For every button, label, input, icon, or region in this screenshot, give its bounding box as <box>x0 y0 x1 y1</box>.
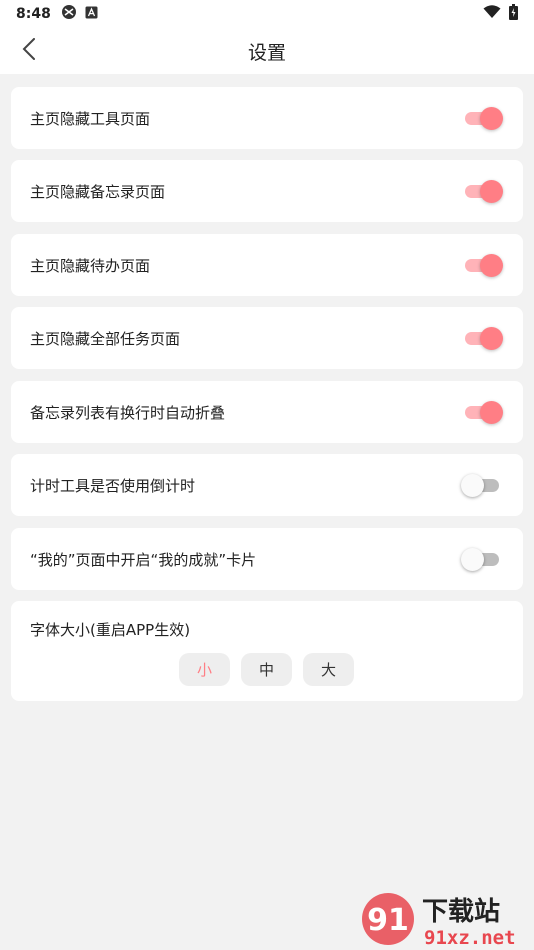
toggle-thumb <box>461 548 484 571</box>
setting-row-hide-all-tasks-page: 主页隐藏全部任务页面 <box>11 307 523 369</box>
watermark: 91 下载站 91xz.net <box>360 890 530 949</box>
font-size-card: 字体大小(重启APP生效) 小 中 大 <box>11 601 523 701</box>
toggle-thumb <box>480 107 503 130</box>
status-time: 8:48 <box>16 6 51 22</box>
wifi-icon <box>483 5 501 23</box>
toggle-switch[interactable] <box>461 105 503 131</box>
toggle-thumb <box>480 401 503 424</box>
back-button[interactable] <box>12 34 46 68</box>
sync-icon <box>61 4 77 24</box>
toggle-switch[interactable] <box>461 399 503 425</box>
setting-label: 主页隐藏备忘录页面 <box>30 182 166 201</box>
setting-label: 主页隐藏全部任务页面 <box>30 329 181 348</box>
watermark-logo-text: 91 <box>367 903 409 938</box>
setting-label: 主页隐藏待办页面 <box>30 256 151 275</box>
setting-label: “我的”页面中开启“我的成就”卡片 <box>30 550 257 569</box>
toggle-thumb <box>480 254 503 277</box>
setting-label: 主页隐藏工具页面 <box>30 109 151 128</box>
settings-screen: 8:48 设置 主页隐藏工具页面 主页隐藏备忘录页面 主页隐藏待办页面 主页隐藏… <box>0 0 534 950</box>
setting-row-achievement-card: “我的”页面中开启“我的成就”卡片 <box>11 528 523 590</box>
toggle-switch[interactable] <box>461 546 503 572</box>
toggle-switch[interactable] <box>461 472 503 498</box>
setting-label: 备忘录列表有换行时自动折叠 <box>30 403 226 422</box>
toggle-thumb <box>461 474 484 497</box>
font-size-small-button[interactable]: 小 <box>179 653 230 686</box>
page-title: 设置 <box>247 41 286 64</box>
font-size-medium-button[interactable]: 中 <box>241 653 292 686</box>
font-size-large-button[interactable]: 大 <box>303 653 354 686</box>
battery-icon <box>509 4 518 24</box>
watermark-logo-icon: 91 下载站 91xz.net <box>362 893 516 949</box>
setting-row-hide-todo-page: 主页隐藏待办页面 <box>11 234 523 296</box>
toggle-switch[interactable] <box>461 252 503 278</box>
toggle-switch[interactable] <box>461 325 503 351</box>
setting-row-memo-auto-fold: 备忘录列表有换行时自动折叠 <box>11 381 523 443</box>
toggle-thumb <box>480 327 503 350</box>
chevron-left-icon <box>22 38 36 64</box>
status-notification-icons <box>61 4 98 24</box>
setting-row-hide-memo-page: 主页隐藏备忘录页面 <box>11 160 523 222</box>
status-system-icons <box>483 4 518 24</box>
toggle-thumb <box>480 180 503 203</box>
watermark-line2: 91xz.net <box>424 927 516 948</box>
setting-row-hide-tools-page: 主页隐藏工具页面 <box>11 87 523 149</box>
toggle-switch[interactable] <box>461 178 503 204</box>
status-bar: 8:48 <box>0 0 534 28</box>
watermark-line1: 下载站 <box>422 897 500 927</box>
app-notification-icon <box>85 6 98 23</box>
setting-label: 计时工具是否使用倒计时 <box>30 476 196 495</box>
app-bar: 设置 <box>0 28 534 74</box>
setting-row-timer-countdown: 计时工具是否使用倒计时 <box>11 454 523 516</box>
font-size-label: 字体大小(重启APP生效) <box>30 621 191 639</box>
